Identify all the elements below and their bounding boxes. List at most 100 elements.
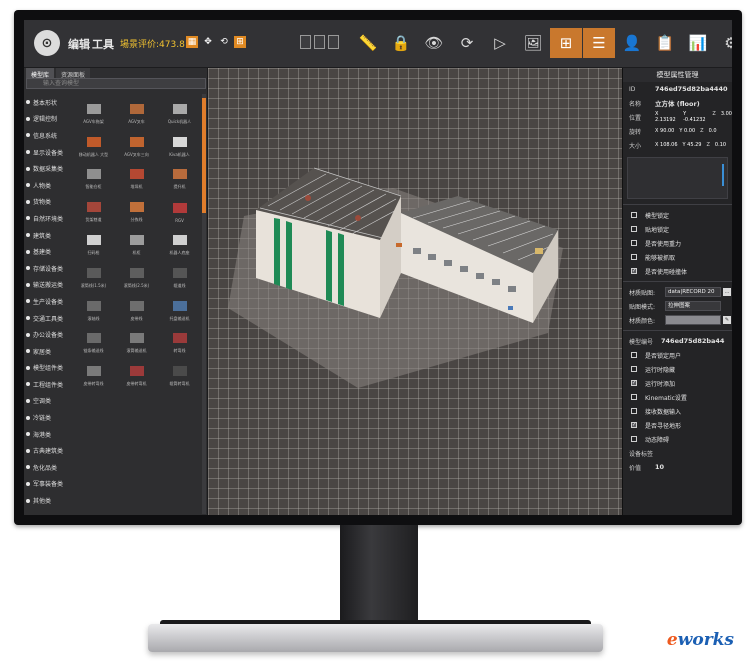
name-value[interactable]: 立方体 (floor) bbox=[655, 98, 700, 108]
mode-select[interactable]: 拉伸图案 bbox=[665, 301, 721, 311]
category-item[interactable]: 输送搬运类 bbox=[24, 277, 72, 294]
checkbox-row[interactable]: 是否使用重力 bbox=[623, 236, 732, 250]
gear-icon[interactable]: ⚙ bbox=[715, 28, 732, 58]
rotate-icon[interactable]: ⟳ bbox=[451, 28, 483, 58]
category-item[interactable]: 空调类 bbox=[24, 393, 72, 410]
category-item[interactable]: 基建类 bbox=[24, 243, 72, 260]
model-item[interactable]: AGV车拖架 bbox=[72, 94, 115, 127]
model-item[interactable]: 滚筒线(2.5米) bbox=[115, 258, 158, 291]
model-item[interactable]: 扫码枪 bbox=[72, 225, 115, 258]
model-item[interactable]: 皮带转弯线 bbox=[72, 356, 115, 389]
checkbox-row[interactable]: Kinematic设置 bbox=[623, 390, 732, 404]
model-item[interactable]: 辊道线 bbox=[158, 258, 201, 291]
model-item[interactable]: 智能仓柜 bbox=[72, 160, 115, 193]
scrollbar-thumb[interactable] bbox=[202, 98, 206, 213]
category-item[interactable]: 基本形状 bbox=[24, 94, 72, 111]
checkbox-row[interactable]: 动态障碍 bbox=[623, 432, 732, 446]
model-item[interactable]: 皮带转弯机 bbox=[115, 356, 158, 389]
size-y[interactable]: Y 45.29 bbox=[683, 142, 702, 148]
category-item[interactable]: 自然环境类 bbox=[24, 210, 72, 227]
checkbox-row[interactable]: ✓ 是否使用碰撞体 bbox=[623, 264, 732, 278]
model-item[interactable]: 提升机 bbox=[158, 160, 201, 193]
checkbox-row[interactable]: ✓ 是否寻径地形 bbox=[623, 418, 732, 432]
eye-icon[interactable]: 👁 bbox=[418, 28, 450, 58]
clipboard-icon[interactable]: 📋 bbox=[649, 28, 681, 58]
lock-icon[interactable]: 🔒 bbox=[385, 28, 417, 58]
rotation-y[interactable]: Y 0.00 bbox=[679, 128, 695, 134]
category-item[interactable]: 交通工具类 bbox=[24, 310, 72, 327]
preview-scrollbar[interactable] bbox=[722, 164, 724, 186]
position-z[interactable]: 3.00 bbox=[721, 111, 732, 123]
category-item[interactable]: 模型组件类 bbox=[24, 360, 72, 377]
layout-button[interactable]: ⊞ bbox=[234, 36, 246, 48]
checkbox-row[interactable]: 模型锁定 bbox=[623, 208, 732, 222]
category-item[interactable]: 军事装备类 bbox=[24, 476, 72, 493]
model-item[interactable]: RGV bbox=[158, 192, 201, 225]
view-toggle-button[interactable] bbox=[314, 35, 325, 49]
checkbox-unchecked[interactable] bbox=[631, 394, 637, 400]
model-item[interactable]: 移动机器人 大型 bbox=[72, 127, 115, 160]
model-item[interactable]: 堆垛机 bbox=[115, 160, 158, 193]
category-item[interactable]: 存储设备类 bbox=[24, 260, 72, 277]
model-search-input[interactable]: 输入查询模型 bbox=[26, 78, 206, 89]
category-item[interactable]: 工程组件类 bbox=[24, 376, 72, 393]
category-item[interactable]: 数据采集类 bbox=[24, 160, 72, 177]
model-item[interactable]: 滚筒线(1.5米) bbox=[72, 258, 115, 291]
layout-grid-icon[interactable]: ⊞ bbox=[550, 28, 582, 58]
undo-button[interactable]: ⟲ bbox=[218, 36, 230, 48]
model-item[interactable]: 转弯线 bbox=[158, 324, 201, 357]
model-item[interactable]: 辊筒转弯机 bbox=[158, 356, 201, 389]
category-item[interactable]: 建筑类 bbox=[24, 227, 72, 244]
play-icon[interactable]: ▷ bbox=[484, 28, 516, 58]
checkbox-unchecked[interactable] bbox=[631, 212, 637, 218]
checkbox-checked[interactable]: ✓ bbox=[631, 268, 637, 274]
position-y[interactable]: Y -0.41232 bbox=[683, 111, 707, 123]
model-item[interactable]: 托盘输送机 bbox=[158, 291, 201, 324]
model-item[interactable]: 分拣线 bbox=[115, 192, 158, 225]
checkbox-unchecked[interactable] bbox=[631, 408, 637, 414]
grid-snap-button[interactable]: ▦ bbox=[186, 36, 198, 48]
category-item[interactable]: 家居类 bbox=[24, 343, 72, 360]
checkbox-row[interactable]: 运行时隐藏 bbox=[623, 362, 732, 376]
bar-chart-icon[interactable]: 📊 bbox=[682, 28, 714, 58]
list-icon[interactable]: ☰ bbox=[583, 28, 615, 58]
model-item[interactable]: 皮带线 bbox=[115, 291, 158, 324]
category-item[interactable]: 显示设备类 bbox=[24, 144, 72, 161]
checkbox-unchecked[interactable] bbox=[631, 352, 637, 358]
model-item[interactable]: 滚轴线 bbox=[72, 291, 115, 324]
size-x[interactable]: X 108.06 bbox=[655, 142, 678, 148]
category-item[interactable]: 古典建筑类 bbox=[24, 442, 72, 459]
category-item[interactable]: 危化品类 bbox=[24, 459, 72, 476]
checkbox-unchecked[interactable] bbox=[631, 226, 637, 232]
model-item[interactable]: 链条输送线 bbox=[72, 324, 115, 357]
view-toggle-button[interactable] bbox=[328, 35, 339, 49]
category-item[interactable]: 信息系统 bbox=[24, 127, 72, 144]
model-item[interactable]: 机器人底座 bbox=[158, 225, 201, 258]
view-toggle-button[interactable] bbox=[300, 35, 311, 49]
checkbox-unchecked[interactable] bbox=[631, 240, 637, 246]
checkbox-row[interactable]: 接收数据输入 bbox=[623, 404, 732, 418]
value-value[interactable]: 10 bbox=[655, 463, 664, 471]
checkbox-checked[interactable]: ✓ bbox=[631, 380, 637, 386]
menu-tools[interactable]: 工具 bbox=[92, 36, 114, 52]
texture-browse-button[interactable]: … bbox=[723, 288, 731, 296]
ruler-icon[interactable]: 📏 bbox=[352, 28, 384, 58]
category-item[interactable]: 人物类 bbox=[24, 177, 72, 194]
model-item[interactable]: Quick机器人 bbox=[158, 94, 201, 127]
position-x[interactable]: X 2.13192 bbox=[655, 111, 678, 123]
category-item[interactable]: 货物类 bbox=[24, 194, 72, 211]
scene-viewport[interactable] bbox=[208, 68, 622, 515]
category-item[interactable]: 海港类 bbox=[24, 426, 72, 443]
category-item[interactable]: 逻辑控制 bbox=[24, 111, 72, 128]
checkbox-row[interactable]: 贴地锁定 bbox=[623, 222, 732, 236]
checkbox-unchecked[interactable] bbox=[631, 436, 637, 442]
category-item[interactable]: 冷链类 bbox=[24, 409, 72, 426]
rotation-z[interactable]: 0.0 bbox=[709, 128, 717, 134]
model-item[interactable]: AGV叉车 bbox=[115, 94, 158, 127]
checkbox-row[interactable]: 能够被抓取 bbox=[623, 250, 732, 264]
model-item[interactable]: 机柜 bbox=[115, 225, 158, 258]
category-item[interactable]: 其他类 bbox=[24, 492, 72, 509]
category-item[interactable]: 办公设备类 bbox=[24, 326, 72, 343]
checkbox-row[interactable]: 是否锁定用户 bbox=[623, 348, 732, 362]
checkbox-row[interactable]: ✓ 运行时添加 bbox=[623, 376, 732, 390]
